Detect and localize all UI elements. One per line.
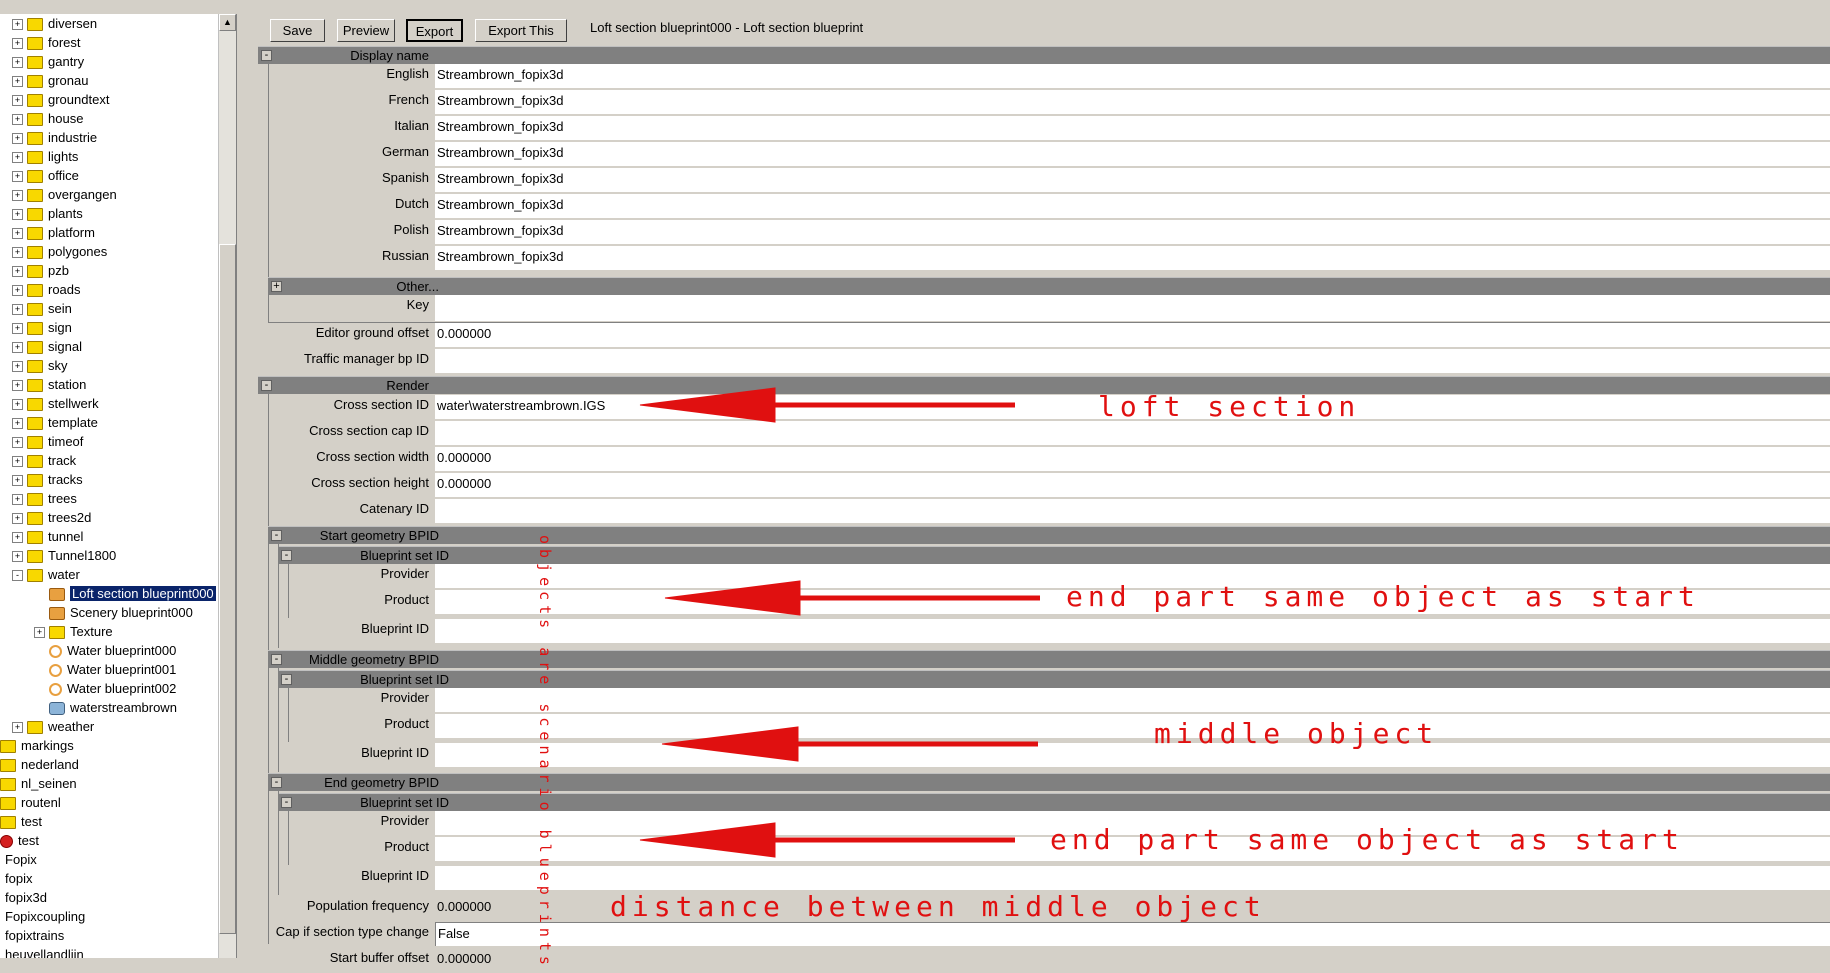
arrow-loft-section bbox=[639, 387, 1015, 423]
annotation-end-part-start: end part same object as start bbox=[1066, 580, 1700, 613]
arrow-start-geometry bbox=[664, 580, 1040, 616]
arrow-middle-geometry bbox=[661, 726, 1038, 762]
annotation-end-part-end: end part same object as start bbox=[1050, 823, 1684, 856]
annotation-arrows bbox=[639, 387, 1040, 858]
annotation-distance: distance between middle object bbox=[610, 890, 1266, 923]
annotation-middle-object: middle object bbox=[1154, 717, 1439, 750]
annotation-loft-section: loft section bbox=[1098, 390, 1361, 423]
annotation-vertical: objects are scenario blueprints bbox=[536, 535, 554, 970]
arrow-end-geometry bbox=[639, 822, 1015, 858]
